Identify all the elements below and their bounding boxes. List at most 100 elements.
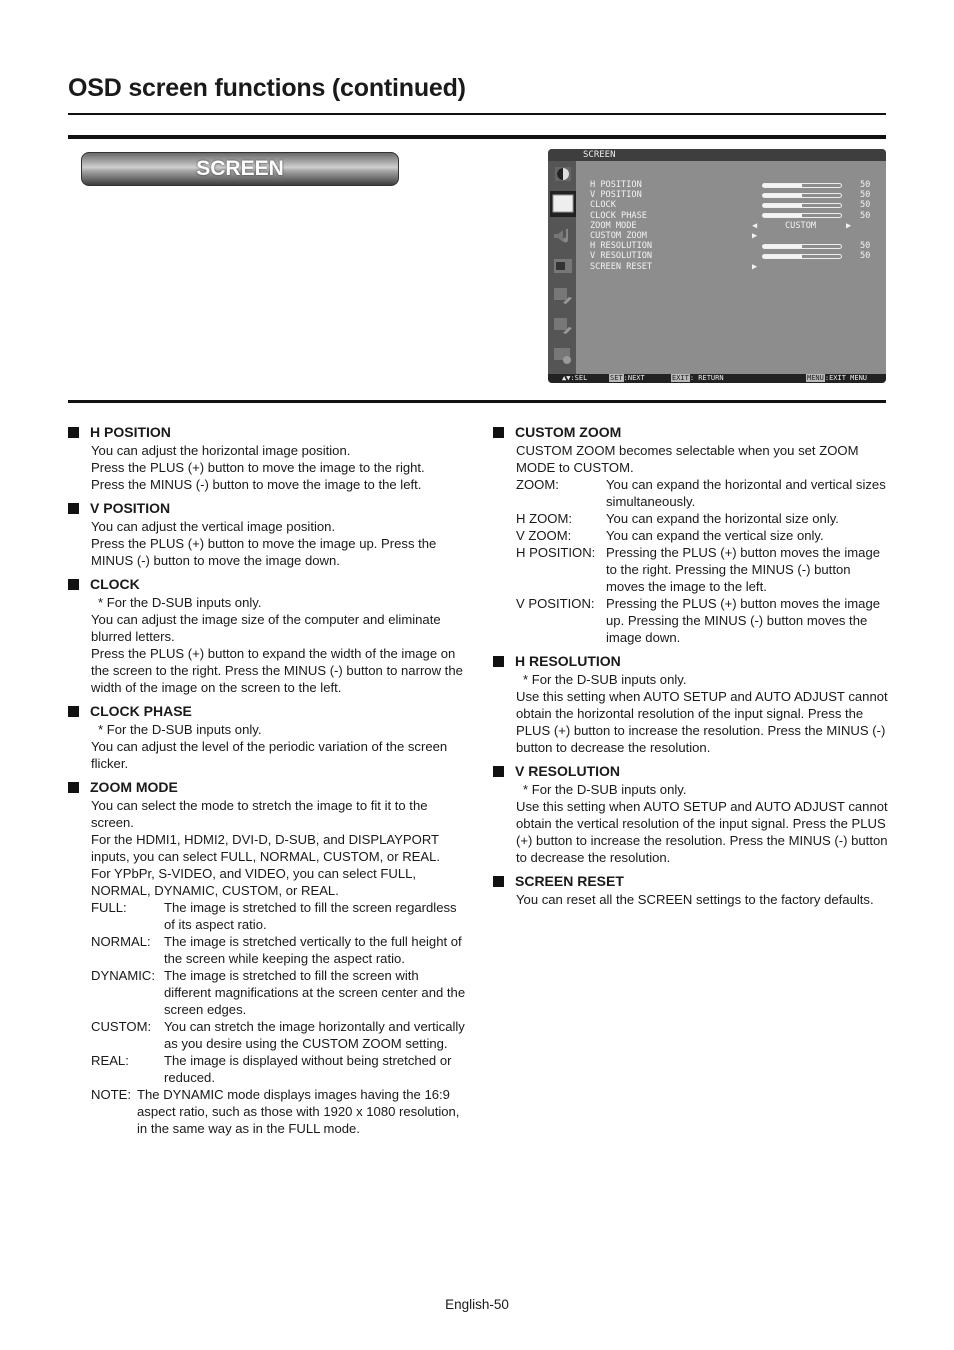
osd-menu-item[interactable]: ZOOM MODE ◀ CUSTOM ▶ — [590, 221, 880, 231]
osd-footer-next-label: :NEXT — [623, 374, 645, 382]
osd-footer-sel: ▲▼:SEL — [562, 374, 588, 382]
definition-item: ZOOM: You can expand the horizontal and v… — [516, 476, 888, 510]
paragraph: You can reset all the SCREEN settings to… — [516, 892, 874, 907]
definition-item: V POSITION: Pressing the PLUS (+) button … — [516, 595, 888, 646]
osd-slider[interactable] — [762, 182, 842, 188]
section-heading-text: SCREEN RESET — [515, 873, 624, 889]
definition-text: You can expand the vertical size only. — [606, 528, 824, 543]
definition-text: The image is stretched to fill the scree… — [164, 968, 466, 1017]
definition-term: ZOOM: — [516, 477, 559, 492]
osd-menu-item[interactable]: V POSITION 50 — [590, 190, 880, 200]
definition-text: The image is stretched vertically to the… — [164, 934, 462, 966]
osd-menu-item[interactable]: CLOCK PHASE 50 — [590, 211, 880, 221]
input-note: * For the D-SUB inputs only. — [98, 595, 262, 610]
note-term: NOTE: — [91, 1087, 132, 1102]
osd-footer-return: EXIT: RETURN — [671, 374, 724, 383]
definition-item: REAL: The image is displayed without bein… — [91, 1052, 468, 1086]
section-custom-zoom: CUSTOM ZOOM CUSTOM ZOOM becomes selectabl… — [493, 423, 888, 646]
section-zoom-mode: ZOOM MODE You can select the mode to stre… — [68, 778, 468, 1137]
osd-item-label: H POSITION — [590, 180, 642, 190]
osd-slider-value: 50 — [860, 210, 871, 221]
osd-slider-value: 50 — [860, 180, 871, 190]
definition-text: Pressing the PLUS (+) button moves the i… — [606, 596, 881, 645]
osd-title: SCREEN — [583, 150, 616, 160]
osd-item-label: CLOCK — [590, 200, 616, 211]
osd-menu-item[interactable]: CUSTOM ZOOM ▶ — [590, 231, 880, 241]
osd-title-bar: SCREEN — [548, 149, 886, 161]
section-heading-text: H RESOLUTION — [515, 653, 621, 669]
section-badge: SCREEN — [81, 152, 399, 186]
osd-item-label: H RESOLUTION — [590, 241, 653, 252]
note-text: The DYNAMIC mode displays images having … — [137, 1087, 460, 1136]
osd-item-label: CLOCK PHASE — [590, 210, 647, 221]
definition-text: The image is stretched to fill the scree… — [164, 900, 457, 932]
definition-item: DYNAMIC: The image is stretched to fill t… — [91, 967, 468, 1018]
title-rule — [68, 113, 886, 115]
osd-menu-item[interactable]: H RESOLUTION 50 — [590, 241, 880, 251]
multi-display-icon — [554, 348, 571, 364]
osd-slider[interactable] — [762, 202, 842, 208]
definition-term: REAL: — [91, 1053, 129, 1068]
submenu-arrow-icon: ▶ — [752, 230, 758, 241]
osd-menu-item[interactable]: SCREEN RESET ▶ — [590, 262, 880, 272]
page-number: English-50 — [445, 1297, 509, 1312]
osd-menu-item[interactable]: H POSITION 50 — [590, 180, 880, 190]
osd-slider-fill — [763, 254, 802, 258]
osd-slider-fill — [763, 214, 802, 218]
paragraph: Press the PLUS (+) button to move the im… — [91, 460, 425, 475]
input-note: * For the D-SUB inputs only. — [98, 722, 262, 737]
section-bottom-rule — [68, 400, 886, 403]
pip-icon — [554, 259, 572, 273]
paragraph: You can select the mode to stretch the i… — [91, 798, 428, 830]
osd-menu-item[interactable]: V RESOLUTION 50 — [590, 251, 880, 261]
set-key: SET — [609, 374, 624, 382]
osd-slider[interactable] — [762, 213, 842, 219]
section-heading: ZOOM MODE — [68, 778, 468, 796]
osd-slider-value: 50 — [860, 190, 871, 201]
osd-item-label: CUSTOM ZOOM — [590, 230, 647, 241]
osd-footer-next: SET:NEXT — [609, 374, 645, 383]
bullet-square-icon — [493, 876, 504, 887]
section-heading: SCREEN RESET — [493, 872, 888, 890]
osd-footer-return-label: : RETURN — [689, 374, 724, 382]
section-heading: V POSITION — [68, 499, 468, 517]
paragraph: Press the MINUS (-) button to move the i… — [91, 477, 422, 492]
osd-menu-item[interactable]: CLOCK 50 — [590, 200, 880, 210]
paragraph: You can adjust the level of the periodic… — [91, 739, 448, 771]
definition-text: You can expand the horizontal size only. — [606, 511, 839, 526]
section-heading-text: V RESOLUTION — [515, 763, 621, 779]
left-column: H POSITION You can adjust the horizontal … — [68, 423, 468, 1143]
arrow-left-icon[interactable]: ◀ — [752, 221, 757, 231]
osd-slider[interactable] — [762, 192, 842, 198]
paragraph: For the HDMI1, HDMI2, DVI-D, D-SUB, and … — [91, 832, 441, 864]
definition-text: Pressing the PLUS (+) button moves the i… — [606, 545, 881, 594]
osd-item-label: SCREEN RESET — [590, 261, 653, 272]
paragraph: Press the PLUS (+) button to expand the … — [91, 646, 463, 695]
exit-key: EXIT — [671, 374, 690, 382]
bullet-square-icon — [493, 656, 504, 667]
picture-icon — [555, 167, 571, 181]
bullet-square-icon — [493, 427, 504, 438]
definition-item: H ZOOM: You can expand the horizontal siz… — [516, 510, 888, 527]
input-note: * For the D-SUB inputs only. — [523, 672, 687, 687]
section-heading: CUSTOM ZOOM — [493, 423, 888, 441]
advanced-setup-2-icon — [554, 318, 572, 334]
section-clock: CLOCK * For the D-SUB inputs only. You can… — [68, 575, 468, 696]
paragraph: Use this setting when AUTO SETUP and AUT… — [516, 689, 888, 755]
osd-slider-fill — [763, 193, 802, 197]
paragraph: You can adjust the horizontal image posi… — [91, 443, 351, 458]
osd-slider[interactable] — [762, 253, 842, 259]
arrow-right-icon[interactable]: ▶ — [846, 221, 851, 231]
section-top-rule — [68, 135, 886, 139]
definition-item: FULL: The image is stretched to fill the … — [91, 899, 468, 933]
osd-item-label: V POSITION — [590, 190, 642, 201]
definition-term: H POSITION: — [516, 545, 596, 560]
osd-slider-value: 50 — [860, 241, 871, 252]
osd-menu-list: H POSITION 50 V POSITION 50 CLOCK 50 CLOCK PHA… — [590, 180, 880, 272]
definition-item: H POSITION: Pressing the PLUS (+) button … — [516, 544, 888, 595]
osd-slider-fill — [763, 244, 802, 248]
osd-slider[interactable] — [762, 243, 842, 249]
submenu-arrow-icon: ▶ — [752, 261, 758, 272]
section-heading: H POSITION — [68, 423, 468, 441]
section-heading-text: CLOCK — [90, 576, 140, 592]
